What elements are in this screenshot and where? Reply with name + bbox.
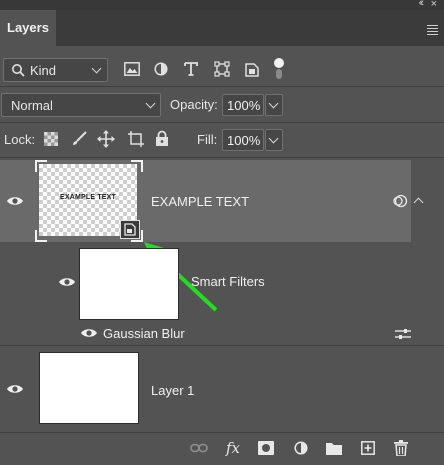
thumbnail-text: EXAMPLE TEXT [59, 194, 117, 201]
divider [0, 157, 444, 158]
adjustment-icon[interactable] [154, 62, 168, 76]
selection-corner [35, 160, 47, 172]
smart-filters-mask-thumbnail[interactable] [79, 248, 179, 320]
divider [0, 122, 444, 123]
group-folder-icon[interactable] [326, 442, 342, 455]
link-icon[interactable] [190, 443, 208, 453]
layer-name-example-text[interactable]: EXAMPLE TEXT [151, 194, 249, 209]
layers-panel: ‹‹ × Layers Kind Normal Opacity: 100% Lo… [0, 0, 444, 465]
eye-icon[interactable] [80, 327, 98, 339]
smart-filter-indicator-icon[interactable] [392, 194, 408, 208]
blend-mode-value: Normal [11, 98, 53, 113]
panel-titlebar: ‹‹ × [0, 0, 444, 10]
search-icon [12, 64, 25, 77]
chevron-down-icon [91, 63, 102, 74]
panel-menu-icon[interactable] [427, 25, 438, 37]
chevron-down-icon [268, 98, 279, 109]
eye-icon[interactable] [6, 195, 24, 207]
opacity-dropdown-button[interactable] [265, 94, 283, 116]
trash-icon[interactable] [394, 440, 408, 456]
collapse-effects-chevron-icon[interactable] [413, 197, 424, 208]
divider [0, 345, 444, 346]
smart-object-badge-icon [120, 220, 140, 239]
collapse-panel-icon[interactable]: ‹‹ [419, 0, 425, 9]
image-icon[interactable] [124, 62, 140, 76]
tab-layers-label: Layers [7, 20, 49, 35]
fill-input[interactable]: 100% [222, 129, 264, 151]
close-panel-icon[interactable]: × [431, 0, 437, 10]
lock-artboard-icon[interactable] [127, 130, 145, 148]
opacity-value: 100% [227, 98, 261, 113]
mask-icon[interactable] [258, 441, 274, 455]
chevron-down-icon [145, 98, 156, 109]
lock-brush-icon[interactable] [71, 131, 87, 147]
opacity-input[interactable]: 100% [222, 94, 264, 116]
tab-layers[interactable]: Layers [0, 10, 56, 48]
type-icon[interactable] [184, 62, 198, 76]
filter-kind-dropdown[interactable]: Kind [3, 58, 108, 82]
tab-bar: Layers [0, 10, 444, 48]
fill-label: Fill: [197, 132, 218, 147]
divider [0, 86, 444, 87]
lock-transparent-icon[interactable] [44, 132, 58, 146]
fill-value: 100% [227, 133, 261, 148]
layers-footer-toolbar: fx [0, 432, 444, 465]
filter-name-gaussian-blur[interactable]: Gaussian Blur [103, 326, 185, 341]
eye-icon[interactable] [6, 383, 24, 395]
eye-icon[interactable] [58, 276, 76, 288]
filter-kind-label: Kind [30, 63, 57, 78]
selection-corner [131, 160, 143, 172]
layer-thumbnail [39, 352, 139, 424]
new-layer-icon[interactable] [361, 441, 375, 455]
adjustment-layer-icon[interactable] [294, 441, 308, 455]
opacity-label: Opacity: [170, 97, 218, 112]
lock-label: Lock: [4, 132, 36, 147]
smart-filters-label[interactable]: Smart Filters [191, 274, 265, 289]
blend-mode-dropdown[interactable]: Normal [1, 93, 161, 117]
shape-icon[interactable] [214, 61, 230, 77]
chevron-down-icon [268, 133, 279, 144]
smart-object-icon[interactable] [245, 61, 259, 77]
layer-name-layer-1[interactable]: Layer 1 [151, 383, 194, 398]
lock-move-icon[interactable] [97, 130, 115, 148]
toggle-dot-icon[interactable] [272, 57, 286, 81]
lock-all-icon[interactable] [155, 130, 169, 147]
selection-corner [35, 230, 47, 242]
filter-blending-options-icon[interactable] [395, 328, 411, 341]
fill-dropdown-button[interactable] [265, 129, 283, 151]
fx-icon[interactable]: fx [226, 439, 240, 457]
